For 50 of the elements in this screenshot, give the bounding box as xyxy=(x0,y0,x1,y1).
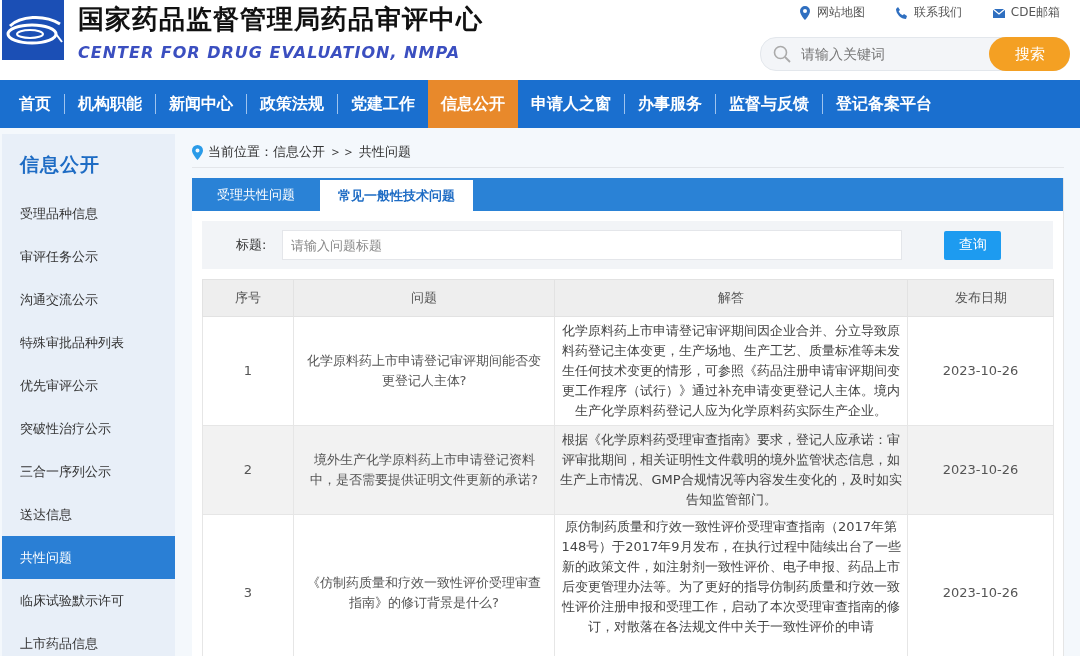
column-header: 序号 xyxy=(202,279,294,317)
sidebar-item[interactable]: 突破性治疗公示 xyxy=(2,407,175,450)
site-subtitle: CENTER FOR DRUG EVALUATION, NMPA xyxy=(78,43,462,62)
table-cell: 2 xyxy=(202,425,294,515)
phone-icon xyxy=(894,5,909,20)
table-cell: 2023-10-26 xyxy=(907,316,1054,426)
column-header: 问题 xyxy=(293,279,555,317)
column-header: 解答 xyxy=(554,279,908,317)
breadcrumb: 当前位置：信息公开 ＞＞ 共性问题 xyxy=(208,143,412,161)
header-link[interactable]: 联系我们 xyxy=(894,4,962,21)
nav-item[interactable]: 党建工作 xyxy=(338,80,428,128)
table-cell: 1 xyxy=(202,316,294,426)
sidebar-item[interactable]: 共性问题 xyxy=(2,536,175,579)
location-icon xyxy=(797,5,812,20)
nav-item[interactable]: 办事服务 xyxy=(625,80,715,128)
sidebar-item[interactable]: 受理品种信息 xyxy=(2,192,175,235)
location-icon xyxy=(192,144,203,160)
nav-item[interactable]: 机构职能 xyxy=(65,80,155,128)
nav-item[interactable]: 申请人之窗 xyxy=(518,80,624,128)
site-title: 国家药品监督管理局药品审评中心 xyxy=(78,3,483,36)
sidebar-item[interactable]: 审评任务公示 xyxy=(2,235,175,278)
sidebar-item[interactable]: 送达信息 xyxy=(2,493,175,536)
sidebar-title: 信息公开 xyxy=(18,152,101,177)
tab[interactable]: 常见一般性技术问题 xyxy=(320,180,473,211)
table-cell: 境外生产化学原料药上市申请登记资料中，是否需要提供证明文件更新的承诺? xyxy=(293,425,555,515)
nav-item[interactable]: 政策法规 xyxy=(247,80,337,128)
sidebar-item[interactable]: 沟通交流公示 xyxy=(2,278,175,321)
title-label: 标题: xyxy=(236,236,268,254)
sidebar-item[interactable]: 优先审评公示 xyxy=(2,364,175,407)
table-cell: 化学原料药上市申请登记审评期间因企业合并、分立导致原料药登记主体变更，生产场地、生产工艺、质量标准等未发生任何技术变更的情形，可参照《药品注册申请审评期间变更工作程序（试行）》通过补充申请变更登记人主体。境内生产化学原料药登记人应为化学原料药实际生产企业。 xyxy=(554,316,908,426)
tab[interactable]: 受理共性问题 xyxy=(192,178,320,211)
sidebar-item[interactable]: 临床试验默示许可 xyxy=(2,579,175,622)
header-link[interactable]: 网站地图 xyxy=(797,4,865,21)
nav-item[interactable]: 信息公开 xyxy=(428,80,518,128)
table-cell: 化学原料药上市申请登记审评期间能否变更登记人主体? xyxy=(293,316,555,426)
search-icon xyxy=(773,45,791,63)
sidebar-item[interactable]: 三合一序列公示 xyxy=(2,450,175,493)
nav-item[interactable]: 登记备案平台 xyxy=(823,80,945,128)
nav-item[interactable]: 首页 xyxy=(6,80,64,128)
query-button[interactable]: 查询 xyxy=(944,230,1001,260)
sidebar-item[interactable]: 上市药品信息 xyxy=(2,622,175,656)
nav-item[interactable]: 监督与反馈 xyxy=(716,80,822,128)
nav-item[interactable]: 新闻中心 xyxy=(156,80,246,128)
header-link[interactable]: CDE邮箱 xyxy=(991,4,1060,21)
title-input-field[interactable]: 请输入问题标题 xyxy=(282,230,902,260)
sidebar-item[interactable]: 特殊审批品种列表 xyxy=(2,321,175,364)
table-cell: 3 xyxy=(202,514,294,656)
table-cell: 根据《化学原料药受理审查指南》要求，登记人应承诺：审评审批期间，相关证明性文件载明的境外监管状态信息，如生产上市情况、GMP合规情况等内容发生变化的，及时如实告知监管部门。 xyxy=(554,425,908,515)
column-header: 发布日期 xyxy=(907,279,1054,317)
table-cell: 2023-10-26 xyxy=(907,425,1054,515)
